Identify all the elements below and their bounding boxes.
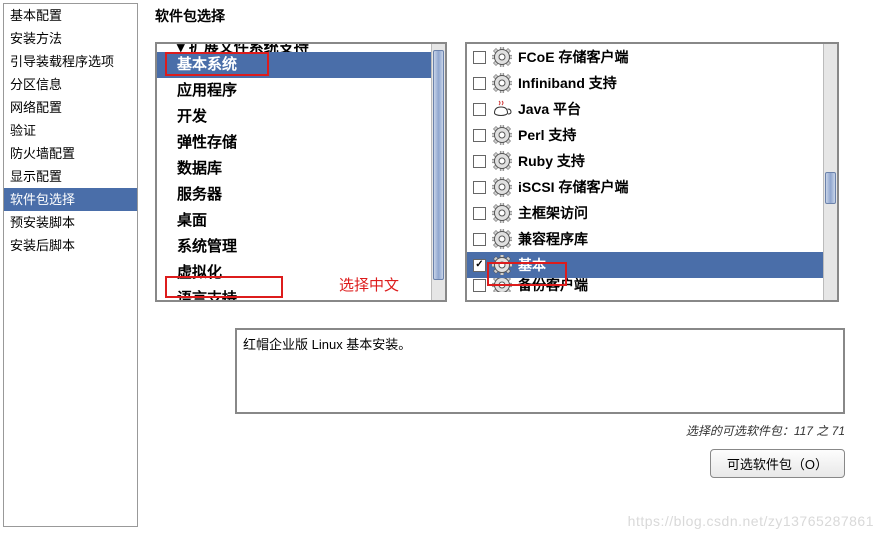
category-item[interactable]: 虚拟化 <box>157 260 431 286</box>
checkbox[interactable] <box>473 207 486 220</box>
checkbox[interactable] <box>473 51 486 64</box>
content-area: 软件包选择 ▾ 扩展文件系统支持基本系统应用程序开发弹性存储数据库服务器桌面系统… <box>141 0 880 533</box>
sidebar-item[interactable]: 安装后脚本 <box>4 234 137 257</box>
package-scrollbar[interactable] <box>823 44 837 300</box>
checkbox[interactable] <box>473 103 486 116</box>
package-item[interactable]: Ruby 支持 <box>467 148 823 174</box>
gear-icon <box>492 203 512 223</box>
optional-packages-button[interactable]: 可选软件包（O） <box>710 449 845 478</box>
package-label: Infiniband 支持 <box>518 72 617 94</box>
checkbox[interactable] <box>473 77 486 90</box>
category-item[interactable]: 数据库 <box>157 156 431 182</box>
package-label: Perl 支持 <box>518 124 576 146</box>
package-label: Ruby 支持 <box>518 150 585 172</box>
checkbox[interactable] <box>473 279 486 292</box>
checkbox[interactable] <box>473 129 486 142</box>
package-label: FCoE 存储客户端 <box>518 46 628 68</box>
gear-icon <box>492 151 512 171</box>
package-item[interactable]: FCoE 存储客户端 <box>467 44 823 70</box>
checkbox[interactable] <box>473 181 486 194</box>
gear-icon <box>492 125 512 145</box>
category-item[interactable]: 系统管理 <box>157 234 431 260</box>
package-label: 主框架访问 <box>518 202 588 224</box>
sidebar-item[interactable]: 防火墙配置 <box>4 142 137 165</box>
java-icon <box>492 99 512 119</box>
category-item[interactable]: 桌面 <box>157 208 431 234</box>
package-label: Java 平台 <box>518 98 581 120</box>
sidebar-item[interactable]: 引导装载程序选项 <box>4 50 137 73</box>
package-item[interactable]: Java 平台 <box>467 96 823 122</box>
gear-icon <box>492 255 512 275</box>
package-list: FCoE 存储客户端 Infiniband 支持 Java 平台 Perl 支持… <box>465 42 839 302</box>
description-box: 红帽企业版 Linux 基本安装。 <box>235 328 845 414</box>
sidebar-item[interactable]: 基本配置 <box>4 4 137 27</box>
category-list: ▾ 扩展文件系统支持基本系统应用程序开发弹性存储数据库服务器桌面系统管理虚拟化语… <box>155 42 447 302</box>
category-item[interactable]: 弹性存储 <box>157 130 431 156</box>
package-label: 基本 <box>518 254 546 276</box>
package-item[interactable]: ✓ 基本 <box>467 252 823 278</box>
content-title: 软件包选择 <box>155 6 870 26</box>
sidebar-item[interactable]: 显示配置 <box>4 165 137 188</box>
package-item[interactable]: 主框架访问 <box>467 200 823 226</box>
gear-icon <box>492 229 512 249</box>
sidebar-item[interactable]: 验证 <box>4 119 137 142</box>
package-label: 兼容程序库 <box>518 228 588 250</box>
scrollbar-thumb[interactable] <box>433 50 444 280</box>
sidebar-item[interactable]: 安装方法 <box>4 27 137 50</box>
package-label: iSCSI 存储客户端 <box>518 176 628 198</box>
category-item[interactable]: 开发 <box>157 104 431 130</box>
package-item[interactable]: iSCSI 存储客户端 <box>467 174 823 200</box>
gear-icon <box>492 278 512 292</box>
checkbox[interactable]: ✓ <box>473 259 486 272</box>
description-text: 红帽企业版 Linux 基本安装。 <box>243 337 411 352</box>
category-item[interactable]: 服务器 <box>157 182 431 208</box>
package-item[interactable]: Infiniband 支持 <box>467 70 823 96</box>
checkbox[interactable] <box>473 233 486 246</box>
package-label: 备份客户端 <box>518 278 588 292</box>
checkbox[interactable] <box>473 155 486 168</box>
category-item[interactable]: 语言支持 <box>157 286 431 300</box>
sidebar-item[interactable]: 分区信息 <box>4 73 137 96</box>
sidebar-item[interactable]: 软件包选择 <box>4 188 137 211</box>
package-item[interactable]: 兼容程序库 <box>467 226 823 252</box>
selected-count: 选择的可选软件包：117 之 71 <box>235 422 845 439</box>
package-item[interactable]: Perl 支持 <box>467 122 823 148</box>
gear-icon <box>492 73 512 93</box>
category-item-cutoff: ▾ 扩展文件系统支持 <box>157 44 431 52</box>
package-item[interactable]: 备份客户端 <box>467 278 823 292</box>
gear-icon <box>492 177 512 197</box>
sidebar: 基本配置安装方法引导装载程序选项分区信息网络配置验证防火墙配置显示配置软件包选择… <box>3 3 138 527</box>
gear-icon <box>492 47 512 67</box>
category-item[interactable]: 应用程序 <box>157 78 431 104</box>
scrollbar-thumb[interactable] <box>825 172 836 204</box>
sidebar-item[interactable]: 预安装脚本 <box>4 211 137 234</box>
watermark: https://blog.csdn.net/zy13765287861 <box>628 513 874 529</box>
sidebar-item[interactable]: 网络配置 <box>4 96 137 119</box>
category-scrollbar[interactable] <box>431 44 445 300</box>
category-item[interactable]: 基本系统 <box>157 52 431 78</box>
